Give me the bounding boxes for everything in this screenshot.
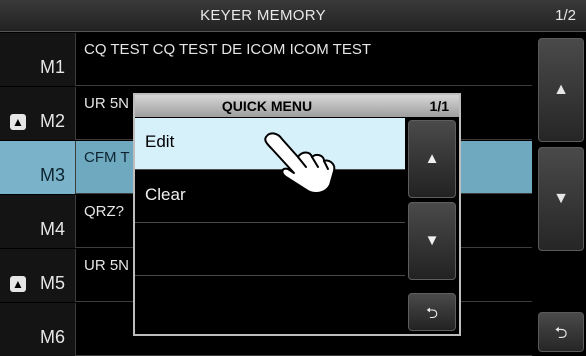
menu-scroll-down-button[interactable]: ▼	[408, 202, 456, 280]
return-arrow-icon: ⮌	[425, 305, 438, 322]
lock-icon: ▲	[10, 276, 26, 292]
page-indicator: 1/2	[555, 7, 576, 24]
quick-menu-title: QUICK MENU	[221, 98, 313, 114]
scroll-up-button[interactable]: ▲	[538, 38, 584, 142]
memory-name: M1	[39, 57, 65, 77]
memory-content: CFM T	[84, 149, 130, 166]
down-arrow-icon: ▼	[424, 232, 440, 249]
quick-menu-dialog: QUICK MENU 1/1 Edit Clear ▲ ▼ ⮌	[133, 93, 461, 336]
memory-row-m1[interactable]: M1 CQ TEST CQ TEST DE ICOM ICOM TEST	[0, 33, 532, 86]
memory-label: M4	[0, 195, 76, 248]
quick-menu-title-bar: QUICK MENU 1/1	[135, 95, 459, 117]
menu-scroll-up-button[interactable]: ▲	[408, 120, 456, 198]
memory-label: M6	[0, 303, 76, 356]
lock-icon: ▲	[10, 114, 26, 130]
menu-item-empty	[135, 277, 405, 329]
down-arrow-icon: ▼	[553, 190, 569, 207]
menu-item-label: Clear	[145, 185, 186, 204]
title-bar: KEYER MEMORY 1/2	[0, 0, 586, 32]
return-arrow-icon: ⮌	[554, 325, 568, 342]
menu-item-empty	[135, 224, 405, 276]
menu-back-button[interactable]: ⮌	[408, 293, 456, 331]
up-arrow-icon: ▲	[553, 81, 569, 98]
memory-content: UR 5N	[84, 95, 130, 112]
scroll-down-button[interactable]: ▼	[538, 147, 584, 251]
screen-title: KEYER MEMORY	[200, 7, 326, 24]
memory-content: UR 5N	[84, 257, 130, 274]
menu-item-edit[interactable]: Edit	[135, 118, 405, 170]
memory-content: CQ TEST CQ TEST DE ICOM ICOM TEST	[84, 41, 371, 58]
memory-name: M2	[39, 111, 65, 131]
keyer-memory-screen: KEYER MEMORY 1/2 M1 CQ TEST CQ TEST DE I…	[0, 0, 586, 356]
memory-label: M1	[0, 33, 76, 86]
memory-name: M6	[39, 327, 65, 347]
memory-name: M3	[39, 165, 65, 185]
memory-label: M3	[0, 141, 76, 194]
memory-label: ▲ M2	[0, 87, 76, 140]
memory-content: QRZ?	[84, 203, 125, 220]
menu-item-label: Edit	[145, 132, 175, 151]
memory-name: M4	[39, 219, 65, 239]
quick-menu-page: 1/1	[429, 98, 449, 114]
menu-item-clear[interactable]: Clear	[135, 171, 405, 223]
back-button[interactable]: ⮌	[538, 312, 584, 352]
memory-label: ▲ M5	[0, 249, 76, 302]
memory-name: M5	[39, 273, 65, 293]
up-arrow-icon: ▲	[424, 150, 440, 167]
